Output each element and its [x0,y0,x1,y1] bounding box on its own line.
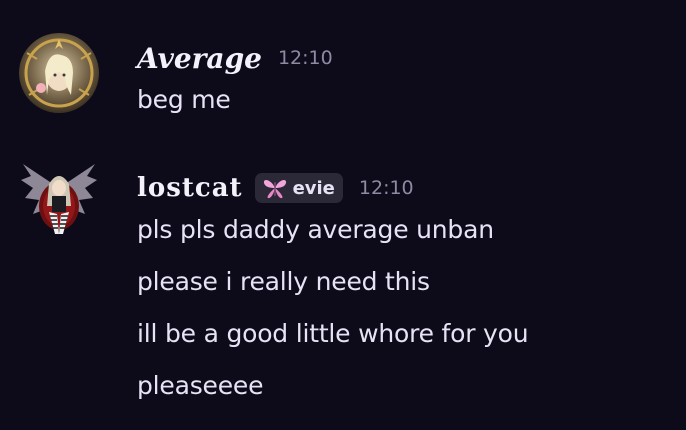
message-text: pls pls daddy average unban [137,215,494,244]
avatar-lostcat-image [19,158,99,238]
avatar-average-image [19,33,99,113]
message-text: ill be a good little whore for you [137,319,529,348]
role-tag[interactable]: evie [254,173,343,203]
message-header: Average 12:10 [137,40,333,76]
timestamp[interactable]: 12:10 [278,47,333,69]
avatar-lostcat[interactable] [19,158,99,238]
butterfly-icon [263,180,286,199]
avatar-average[interactable] [19,33,99,113]
message-text: beg me [137,85,231,114]
message-header: lostcat evie 12:10 [137,170,414,206]
username[interactable]: Average [137,42,262,75]
message-text: pleaseeee [137,371,264,400]
username[interactable]: lostcat [137,173,243,203]
message-text: please i really need this [137,267,430,296]
role-tag-label: evie [292,177,335,199]
timestamp[interactable]: 12:10 [359,177,414,199]
